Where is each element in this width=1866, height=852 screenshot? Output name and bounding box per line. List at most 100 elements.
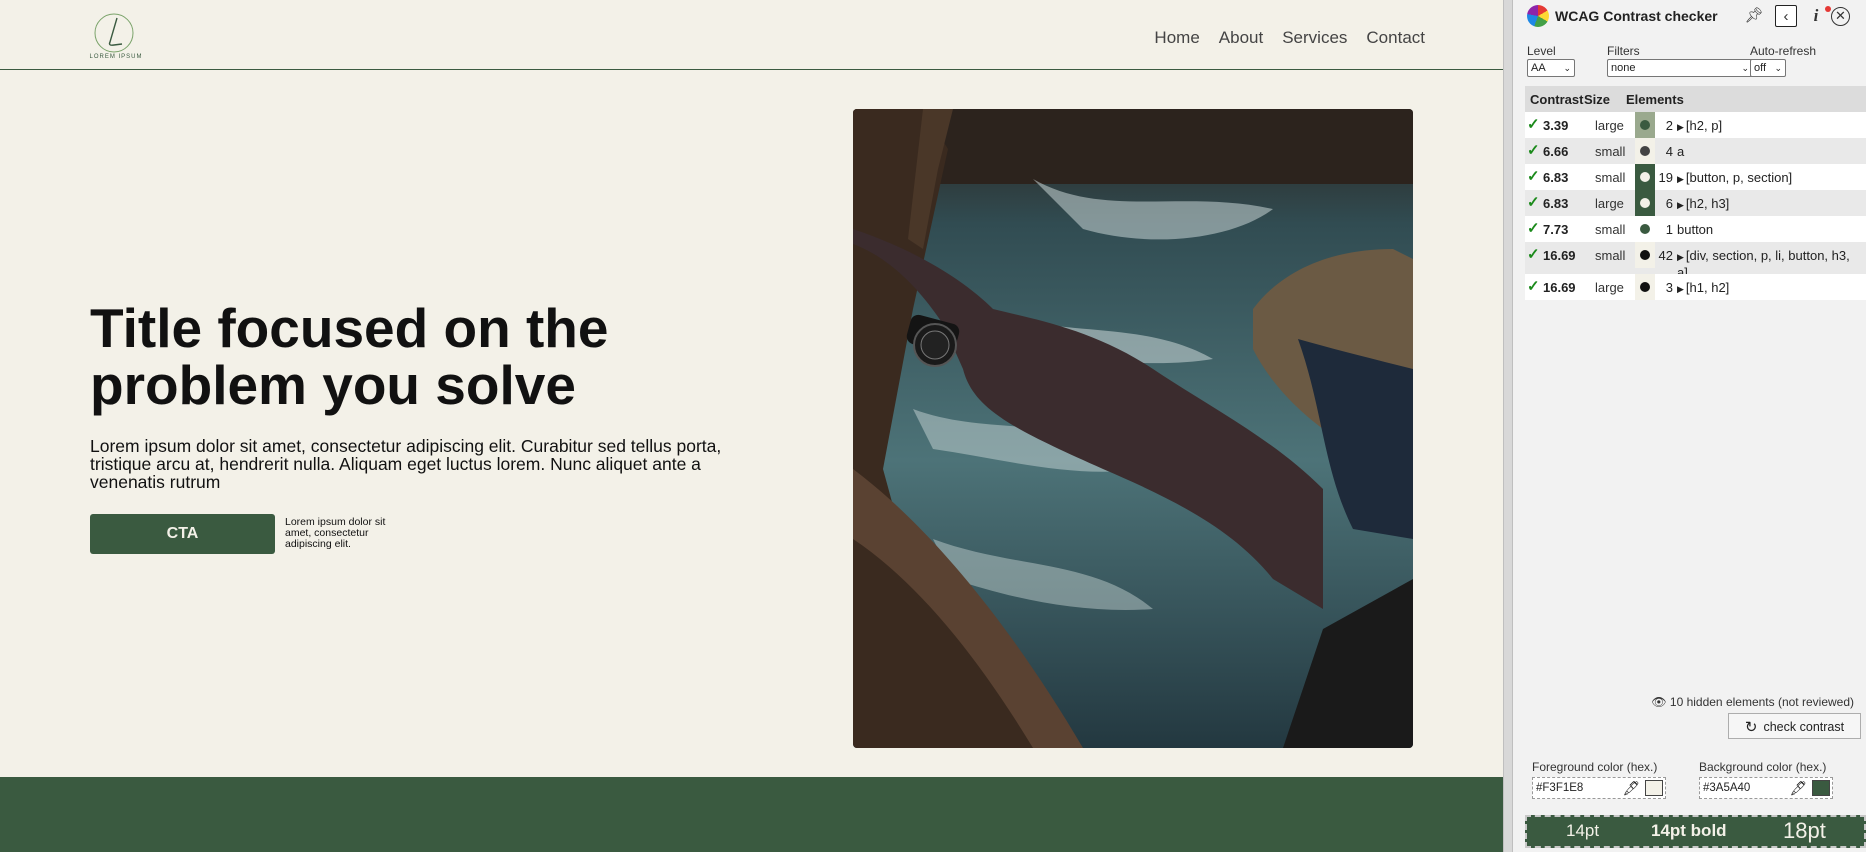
color-swatch xyxy=(1635,274,1655,300)
pass-check-icon: ✓ xyxy=(1527,142,1540,159)
contrast-preview: 14pt 14pt bold 18pt xyxy=(1525,815,1866,848)
expand-triangle-icon[interactable]: ▶ xyxy=(1677,284,1684,294)
element-list[interactable]: ▶ [h2, h3] xyxy=(1677,196,1863,213)
main-nav: Home About Services Contact xyxy=(1154,28,1425,48)
site-logo[interactable]: LOREM IPSUM xyxy=(88,12,144,64)
background-value: #3A5A40 xyxy=(1703,782,1751,794)
expand-triangle-icon[interactable]: ▶ xyxy=(1677,252,1684,262)
text-size: large xyxy=(1595,280,1624,295)
result-row[interactable]: ✓ 7.73 small 1 button xyxy=(1525,216,1866,242)
panel-toolbar: WCAG Contrast checker 📌︎ ‹ i ✕ xyxy=(1513,0,1866,34)
element-list[interactable]: ▶ [h1, h2] xyxy=(1677,280,1863,297)
nav-services[interactable]: Services xyxy=(1282,28,1347,48)
site-footer-band xyxy=(0,777,1503,852)
result-row[interactable]: ✓ 6.66 small 4 a xyxy=(1525,138,1866,164)
result-row[interactable]: ✓ 3.39 large 2 ▶ [h2, p] xyxy=(1525,112,1866,138)
pass-check-icon: ✓ xyxy=(1527,278,1540,295)
background-swatch[interactable] xyxy=(1812,780,1830,796)
color-swatch xyxy=(1635,242,1655,268)
results-table-header: Contrast Size Elements xyxy=(1525,86,1866,112)
check-contrast-label: check contrast xyxy=(1763,720,1845,734)
pass-check-icon: ✓ xyxy=(1527,194,1540,211)
element-list-text: [h2, p] xyxy=(1685,118,1723,133)
color-inputs: Foreground color (hex.) #F3F1E8 🖋︎ Backg… xyxy=(1525,752,1866,812)
color-swatch xyxy=(1635,190,1655,216)
auto-refresh-select[interactable]: off ⌄ xyxy=(1750,59,1786,77)
background-color-field[interactable]: #3A5A40 🖋︎ xyxy=(1699,777,1833,799)
contrast-ratio: 3.39 xyxy=(1543,118,1569,133)
element-list[interactable]: a xyxy=(1677,144,1863,159)
pass-check-icon: ✓ xyxy=(1527,220,1540,237)
contrast-ratio: 7.73 xyxy=(1543,222,1569,237)
expand-triangle-icon[interactable]: ▶ xyxy=(1677,200,1684,210)
color-wheel-logo-icon xyxy=(1527,5,1549,27)
expand-triangle-icon[interactable]: ▶ xyxy=(1677,122,1684,132)
panel-title: WCAG Contrast checker xyxy=(1555,8,1718,24)
eyedropper-icon[interactable]: 🖋︎ xyxy=(1789,780,1807,797)
background-color-group: Background color (hex.) #3A5A40 🖋︎ xyxy=(1699,760,1833,799)
cta-button[interactable]: CTA xyxy=(90,514,275,554)
auto-refresh-control: Auto-refresh off ⌄ xyxy=(1750,44,1816,77)
photo-illustration xyxy=(853,109,1413,748)
panel-resize-handle[interactable] xyxy=(1503,0,1513,852)
element-count: 2 xyxy=(1665,118,1673,133)
element-list[interactable]: ▶ [button, p, section] xyxy=(1677,170,1863,187)
pass-check-icon: ✓ xyxy=(1527,116,1540,133)
foreground-dot xyxy=(1640,172,1650,182)
level-select[interactable]: AA ⌄ xyxy=(1527,59,1575,77)
element-list[interactable]: ▶ [h2, p] xyxy=(1677,118,1863,135)
eyedropper-icon[interactable]: 🖋︎ xyxy=(1622,780,1640,797)
preview-18pt: 18pt xyxy=(1783,818,1826,843)
element-list-text: [h1, h2] xyxy=(1685,280,1730,295)
element-list[interactable]: button xyxy=(1677,222,1863,237)
close-icon[interactable]: ✕ xyxy=(1831,7,1850,26)
result-row[interactable]: ✓ 6.83 small 19 ▶ [button, p, section] xyxy=(1525,164,1866,190)
color-swatch xyxy=(1635,138,1655,164)
result-row[interactable]: ✓ 16.69 small 42 ▶ [div, section, p, li, butt… xyxy=(1525,242,1866,280)
expand-triangle-icon[interactable]: ▶ xyxy=(1677,174,1684,184)
hidden-elements-note: 👁︎ 10 hidden elements (not reviewed) xyxy=(1651,695,1854,709)
text-size: small xyxy=(1595,222,1626,237)
filters-label: Filters xyxy=(1607,44,1640,58)
foreground-dot xyxy=(1640,282,1650,292)
element-list-text: [button, p, section] xyxy=(1685,170,1793,185)
wcag-contrast-panel: WCAG Contrast checker 📌︎ ‹ i ✕ Level AA ⌄… xyxy=(1513,0,1866,852)
preview-14pt-bold: 14pt bold xyxy=(1651,821,1727,840)
chevron-down-icon: ⌄ xyxy=(1774,63,1782,73)
result-row[interactable]: ✓ 6.83 large 6 ▶ [h2, h3] xyxy=(1525,190,1866,216)
column-contrast: Contrast xyxy=(1530,92,1584,107)
pass-check-icon: ✓ xyxy=(1527,168,1540,185)
text-size: large xyxy=(1595,196,1624,211)
contrast-ratio: 6.83 xyxy=(1543,170,1569,185)
filters-select[interactable]: none ⌄ xyxy=(1607,59,1753,77)
hero-title: Title focused on the problem you solve xyxy=(90,297,609,416)
foreground-dot xyxy=(1640,250,1650,260)
foreground-swatch[interactable] xyxy=(1645,780,1663,796)
foreground-color-group: Foreground color (hex.) #F3F1E8 🖋︎ xyxy=(1532,760,1666,799)
nav-about[interactable]: About xyxy=(1219,28,1263,48)
foreground-color-field[interactable]: #F3F1E8 🖋︎ xyxy=(1532,777,1666,799)
hidden-note-text: 10 hidden elements (not reviewed) xyxy=(1669,695,1854,709)
result-row[interactable]: ✓ 16.69 large 3 ▶ [h1, h2] xyxy=(1525,274,1866,300)
text-size: small xyxy=(1595,248,1626,263)
element-list-text: [h2, h3] xyxy=(1685,196,1730,211)
element-list-text: a xyxy=(1677,144,1685,159)
foreground-value: #F3F1E8 xyxy=(1536,782,1584,794)
contrast-ratio: 16.69 xyxy=(1543,280,1576,295)
element-count: 1 xyxy=(1665,222,1673,237)
nav-home[interactable]: Home xyxy=(1154,28,1199,48)
pass-check-icon: ✓ xyxy=(1527,246,1540,263)
preview-14pt: 14pt xyxy=(1566,821,1600,840)
color-swatch xyxy=(1635,164,1655,190)
element-count: 6 xyxy=(1665,196,1673,211)
pin-icon[interactable]: 📌︎ xyxy=(1743,5,1765,27)
contrast-ratio: 6.83 xyxy=(1543,196,1569,211)
text-size: large xyxy=(1595,118,1624,133)
dock-side-icon[interactable]: ‹ xyxy=(1775,5,1797,27)
notification-dot xyxy=(1825,6,1831,12)
text-size: small xyxy=(1595,170,1626,185)
hero-paragraph: Lorem ipsum dolor sit amet, consectetur … xyxy=(90,436,722,492)
nav-contact[interactable]: Contact xyxy=(1366,28,1425,48)
info-icon[interactable]: i xyxy=(1805,5,1827,27)
check-contrast-button[interactable]: ↻ check contrast xyxy=(1728,713,1861,739)
